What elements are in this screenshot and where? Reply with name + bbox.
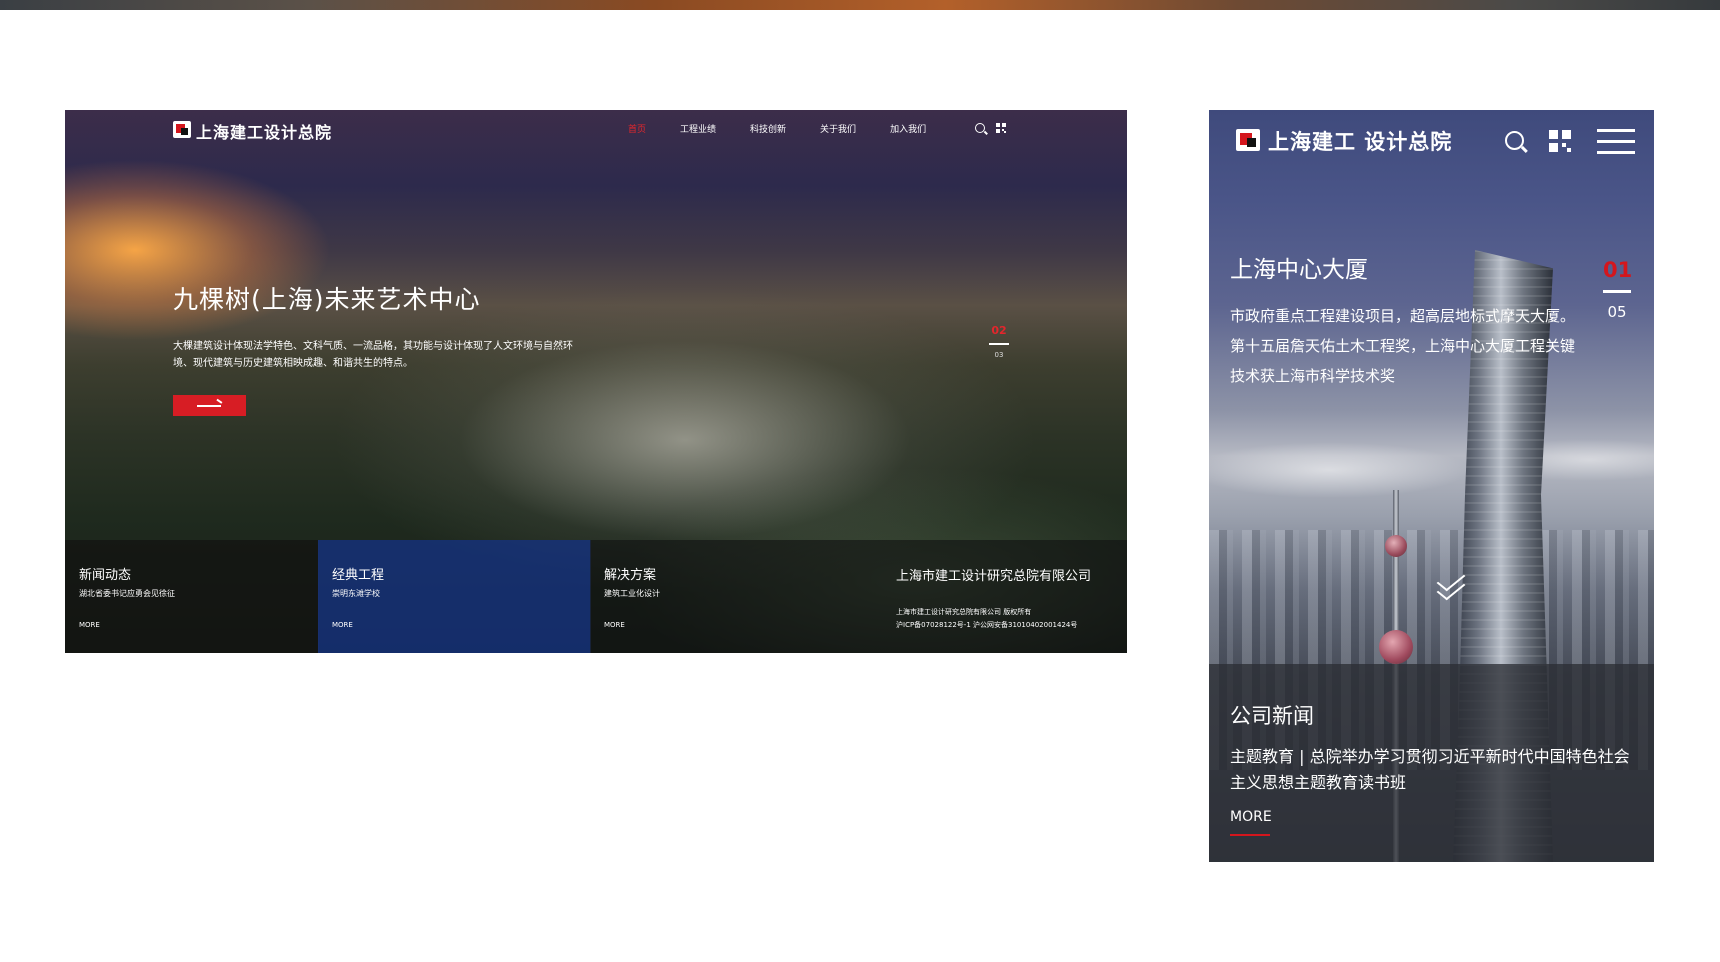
pager-divider — [989, 343, 1009, 345]
desktop-logo-text[interactable]: 上海建工设计总院 — [196, 119, 332, 143]
menu-bar — [1597, 151, 1635, 154]
nav-item-home[interactable]: 首页 — [628, 122, 646, 135]
panel-subtitle: 建筑工业化设计 — [604, 589, 660, 598]
panel-more-link[interactable]: MORE — [79, 621, 100, 629]
panel-classic-projects[interactable]: 经典工程 崇明东滩学校 MORE — [318, 540, 591, 653]
hero-title: 九棵树(上海)未来艺术中心 — [173, 285, 481, 314]
desktop-header: 上海建工设计总院 首页 工程业绩 科技创新 关于我们 加入我们 — [65, 110, 1127, 150]
clouds-decoration — [1209, 430, 1654, 520]
panel-more-link[interactable]: MORE — [332, 621, 353, 629]
nav-item-projects[interactable]: 工程业绩 — [680, 122, 716, 135]
panel-news[interactable]: 新闻动态 湖北省委书记应勇会见徐征 MORE — [65, 540, 319, 653]
bottom-panels: 新闻动态 湖北省委书记应勇会见徐征 MORE 经典工程 崇明东滩学校 MORE … — [65, 540, 1127, 653]
nav-item-innovation[interactable]: 科技创新 — [750, 122, 786, 135]
panel-title: 经典工程 — [332, 568, 385, 583]
panel-subtitle: 崇明东滩学校 — [332, 589, 380, 598]
news-more-link[interactable]: MORE — [1230, 809, 1272, 825]
hero-pager: 02 03 — [988, 324, 1010, 359]
more-underline — [1230, 834, 1270, 836]
panel-subtitle: 湖北省委书记应勇会见徐征 — [79, 589, 175, 598]
menu-bar — [1597, 129, 1635, 132]
pager-divider — [1603, 290, 1631, 293]
arrow-right-icon — [197, 405, 221, 407]
mobile-header: 上海建工 设计总院 — [1209, 110, 1654, 170]
pager-total[interactable]: 03 — [988, 351, 1010, 359]
icp-record-text[interactable]: 沪ICP备07028122号-1 沪公网安备31010402001424号 — [896, 621, 1077, 629]
top-banner-strip — [0, 0, 1720, 10]
pager-current[interactable]: 02 — [988, 324, 1010, 337]
pager-total[interactable]: 05 — [1603, 303, 1631, 321]
mobile-hero-title: 上海中心大厦 — [1230, 257, 1368, 283]
desktop-mockup: 上海建工设计总院 首页 工程业绩 科技创新 关于我们 加入我们 九棵树(上海)未… — [65, 110, 1127, 653]
desktop-nav-menu: 首页 工程业绩 科技创新 关于我们 加入我们 — [628, 122, 960, 135]
mobile-logo-text[interactable]: 上海建工 设计总院 — [1268, 126, 1452, 156]
panel-title: 新闻动态 — [79, 568, 132, 583]
panel-title: 解决方案 — [604, 568, 657, 583]
tv-tower-sphere-upper — [1385, 535, 1407, 557]
panel-solutions[interactable]: 解决方案 建筑工业化设计 MORE — [590, 540, 1127, 653]
tv-tower-sphere-lower — [1379, 630, 1413, 664]
company-name: 上海市建工设计研究总院有限公司 — [896, 569, 1092, 584]
logo-icon[interactable] — [173, 121, 191, 138]
qr-code-icon[interactable] — [996, 123, 1006, 133]
copyright-text: 上海市建工设计研究总院有限公司 版权所有 — [896, 608, 1032, 616]
search-icon[interactable] — [1505, 131, 1524, 150]
news-headline-link[interactable]: 主题教育 | 总院举办学习贯彻习近平新时代中国特色社会主义思想主题教育读书班 — [1230, 744, 1635, 796]
chevron-down-icon[interactable] — [1438, 577, 1464, 599]
menu-bar — [1597, 140, 1635, 143]
mobile-mockup: 上海建工 设计总院 上海中心大厦 市政府重点工程建设项目，超高层地标式摩天大厦。… — [1209, 110, 1654, 862]
qr-code-icon[interactable] — [1549, 130, 1571, 152]
hero-arrow-button[interactable] — [173, 395, 246, 416]
mobile-news-section: 公司新闻 主题教育 | 总院举办学习贯彻习近平新时代中国特色社会主义思想主题教育… — [1209, 664, 1654, 862]
logo-icon[interactable] — [1236, 129, 1260, 151]
nav-item-about[interactable]: 关于我们 — [820, 122, 856, 135]
footer-copyright: 上海市建工设计研究总院有限公司 版权所有 沪ICP备07028122号-1 沪公… — [896, 606, 1077, 632]
hero-description: 大棵建筑设计体现法学特色、文科气质、一流品格，其功能与设计体现了人文环境与自然环… — [173, 341, 573, 369]
news-section-title: 公司新闻 — [1230, 704, 1314, 728]
search-icon[interactable] — [975, 123, 985, 133]
pager-current[interactable]: 01 — [1603, 258, 1632, 282]
panel-more-link[interactable]: MORE — [604, 621, 625, 629]
hamburger-menu-icon[interactable] — [1597, 128, 1635, 154]
mobile-hero-pager: 01 05 — [1603, 258, 1632, 321]
nav-item-join[interactable]: 加入我们 — [890, 122, 926, 135]
mobile-hero-description: 市政府重点工程建设项目，超高层地标式摩天大厦。第十五届詹天佑土木工程奖，上海中心… — [1230, 307, 1576, 385]
